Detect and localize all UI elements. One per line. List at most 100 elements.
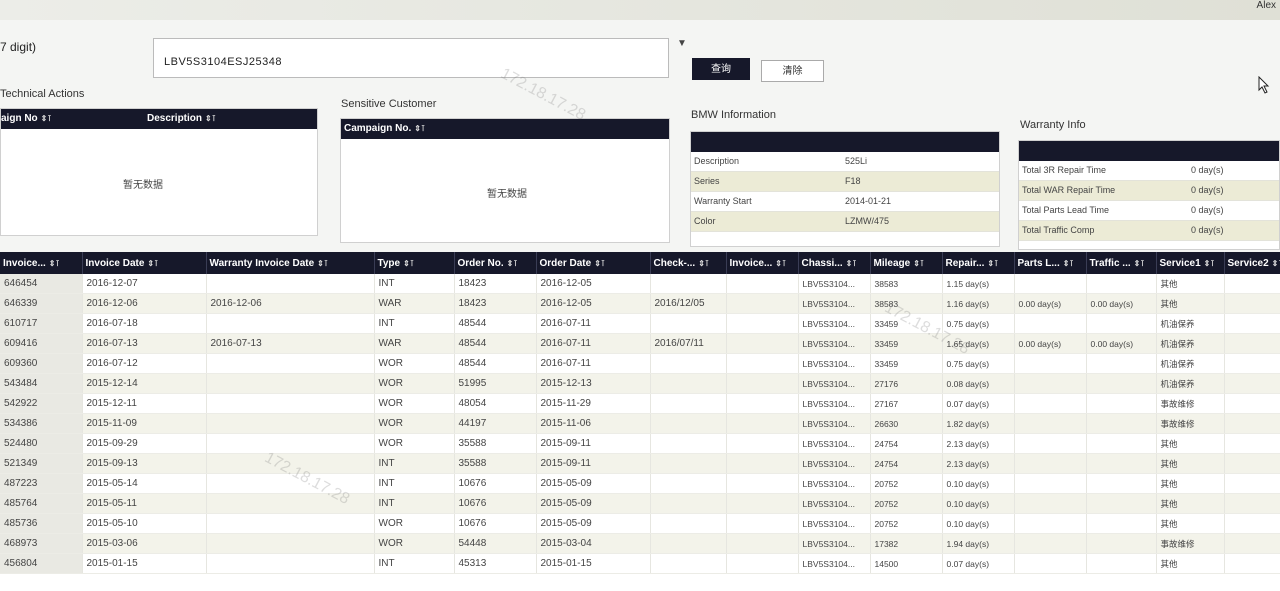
sort-filter-icon[interactable]: ⇕⊺ [775, 259, 786, 268]
table-cell [1224, 333, 1280, 354]
table-cell: 0.75 day(s) [942, 313, 1015, 334]
table-cell: 521349 [0, 453, 83, 474]
table-row[interactable]: 609360 2016-07-12 WOR 48544 2016-07-11 LBV5S3… [0, 353, 1280, 374]
table-cell: 468973 [0, 533, 83, 554]
bmw-info-row: Color LZMW/475 [691, 212, 999, 232]
column-label: Order Date [539, 257, 592, 269]
table-row[interactable]: 524480 2015-09-29 WOR 35588 2015-09-11 LBV5S3… [0, 433, 1280, 454]
table-cell: 0.10 day(s) [942, 473, 1015, 494]
warranty-info-row: Total 3R Repair Time 0 day(s) [1019, 161, 1279, 181]
col-campaign-no[interactable]: Campaign No. ⇕⊺ [344, 123, 425, 134]
table-cell: 2015-01-15 [82, 553, 207, 574]
table-cell: 27167 [870, 393, 943, 414]
table-cell [726, 553, 799, 574]
sort-filter-icon[interactable]: ⇕⊺ [913, 259, 924, 268]
sort-filter-icon[interactable]: ⇕⊺ [403, 259, 414, 268]
grid-column-header[interactable]: Repair... ⇕⊺ [942, 252, 1015, 274]
sort-filter-icon[interactable]: ⇕⊺ [1134, 259, 1145, 268]
technical-actions-panel: aign No ⇕⊺ Description ⇕⊺ 暂无数据 [0, 108, 318, 236]
table-cell [1014, 433, 1087, 454]
vin-input[interactable] [153, 38, 669, 78]
column-label: Repair... [945, 257, 985, 269]
table-row[interactable]: 485736 2015-05-10 WOR 10676 2015-05-09 LBV5S3… [0, 513, 1280, 534]
sort-filter-icon[interactable]: ⇕⊺ [317, 259, 328, 268]
sort-filter-icon[interactable]: ⇕⊺ [698, 259, 709, 268]
grid-column-header[interactable]: Chassi... ⇕⊺ [798, 252, 871, 274]
grid-column-header[interactable]: Invoice Date ⇕⊺ [82, 252, 207, 274]
table-row[interactable]: 646339 2016-12-06 2016-12-06 WAR 18423 2016-1… [0, 293, 1280, 314]
table-cell [726, 533, 799, 554]
table-cell: 2015-05-09 [536, 473, 651, 494]
table-row[interactable]: 543484 2015-12-14 WOR 51995 2015-12-13 LBV5S3… [0, 373, 1280, 394]
table-cell: 48544 [454, 353, 537, 374]
table-cell [726, 453, 799, 474]
sort-filter-icon[interactable]: ⇕⊺ [987, 259, 998, 268]
sort-filter-icon[interactable]: ⇕⊺ [1063, 259, 1074, 268]
table-cell: INT [374, 473, 455, 494]
table-cell [1086, 313, 1157, 334]
grid-column-header[interactable]: Order Date ⇕⊺ [536, 252, 651, 274]
grid-column-header[interactable]: Service2⇕⊺ [1224, 252, 1280, 274]
table-cell: 2016-12-05 [536, 274, 651, 294]
table-cell: 2015-05-14 [82, 473, 207, 494]
table-cell [726, 513, 799, 534]
table-row[interactable]: 609416 2016-07-13 2016-07-13 WAR 48544 2016-0… [0, 333, 1280, 354]
clear-button[interactable]: 清除 [761, 60, 824, 82]
col-campaign-no[interactable]: aign No ⇕⊺ [1, 113, 52, 124]
grid-column-header[interactable]: Traffic ... ⇕⊺ [1086, 252, 1157, 274]
table-cell [650, 493, 727, 514]
sort-filter-icon[interactable]: ⇕⊺ [1272, 259, 1280, 268]
sort-filter-icon[interactable]: ⇕⊺ [846, 259, 857, 268]
table-cell: LBV5S3104... [798, 333, 871, 354]
grid-column-header[interactable]: Check-... ⇕⊺ [650, 252, 727, 274]
col-description[interactable]: Description ⇕⊺ [147, 113, 216, 124]
grid-column-header[interactable]: Type ⇕⊺ [374, 252, 455, 274]
table-cell: 其他 [1156, 274, 1225, 294]
table-cell: 10676 [454, 493, 537, 514]
grid-column-header[interactable]: Order No. ⇕⊺ [454, 252, 537, 274]
table-cell: WOR [374, 513, 455, 534]
table-row[interactable]: 485764 2015-05-11 INT 10676 2015-05-09 LBV5S3… [0, 493, 1280, 514]
table-cell: 2.13 day(s) [942, 433, 1015, 454]
table-cell [1086, 553, 1157, 574]
table-cell: 0.00 day(s) [1014, 333, 1087, 354]
table-cell: 1.94 day(s) [942, 533, 1015, 554]
grid-column-header[interactable]: Invoice... ⇕⊺ [0, 252, 83, 274]
grid-column-header[interactable]: Service1 ⇕⊺ [1156, 252, 1225, 274]
table-cell: 2015-12-11 [82, 393, 207, 414]
table-cell: LBV5S3104... [798, 473, 871, 494]
sort-filter-icon[interactable]: ⇕⊺ [147, 259, 158, 268]
grid-column-header[interactable]: Parts L... ⇕⊺ [1014, 252, 1087, 274]
sort-filter-icon[interactable]: ⇕⊺ [507, 259, 518, 268]
sort-filter-icon[interactable]: ⇕⊺ [594, 259, 605, 268]
search-button[interactable]: 查询 [692, 58, 750, 80]
table-cell: 610717 [0, 313, 83, 334]
user-name[interactable]: Alex [1257, 0, 1276, 11]
warranty-info-panel: Total 3R Repair Time 0 day(s) Total WAR R… [1018, 140, 1280, 250]
dropdown-caret-icon[interactable]: ▼ [677, 38, 687, 49]
table-row[interactable]: 487223 2015-05-14 INT 10676 2015-05-09 LBV5S3… [0, 473, 1280, 494]
table-cell: 机油保养 [1156, 353, 1225, 374]
table-cell: WOR [374, 353, 455, 374]
column-label: Service2 [1227, 257, 1269, 269]
table-row[interactable]: 468973 2015-03-06 WOR 54448 2015-03-04 LBV5S3… [0, 533, 1280, 554]
grid-column-header[interactable]: Mileage ⇕⊺ [870, 252, 943, 274]
sort-filter-icon[interactable]: ⇕⊺ [1204, 259, 1215, 268]
table-cell: LBV5S3104... [798, 353, 871, 374]
bmw-information-title: BMW Information [691, 109, 776, 121]
table-cell: 646339 [0, 293, 83, 314]
table-row[interactable]: 646454 2016-12-07 INT 18423 2016-12-05 LBV5S3… [0, 274, 1280, 294]
table-cell: 20752 [870, 473, 943, 494]
sort-filter-icon[interactable]: ⇕⊺ [49, 259, 60, 268]
grid-column-header[interactable]: Warranty Invoice Date ⇕⊺ [206, 252, 375, 274]
table-cell: 485764 [0, 493, 83, 514]
table-row[interactable]: 456804 2015-01-15 INT 45313 2015-01-15 LBV5S3… [0, 553, 1280, 574]
table-row[interactable]: 610717 2016-07-18 INT 48544 2016-07-11 LBV5S3… [0, 313, 1280, 334]
table-cell: 2015-05-09 [536, 513, 651, 534]
grid-column-header[interactable]: Invoice... ⇕⊺ [726, 252, 799, 274]
table-row[interactable]: 542922 2015-12-11 WOR 48054 2015-11-29 LBV5S3… [0, 393, 1280, 414]
table-row[interactable]: 534386 2015-11-09 WOR 44197 2015-11-06 LBV5S3… [0, 413, 1280, 434]
table-row[interactable]: 521349 2015-09-13 INT 35588 2015-09-11 LBV5S3… [0, 453, 1280, 474]
table-cell [726, 393, 799, 414]
table-cell [1086, 453, 1157, 474]
